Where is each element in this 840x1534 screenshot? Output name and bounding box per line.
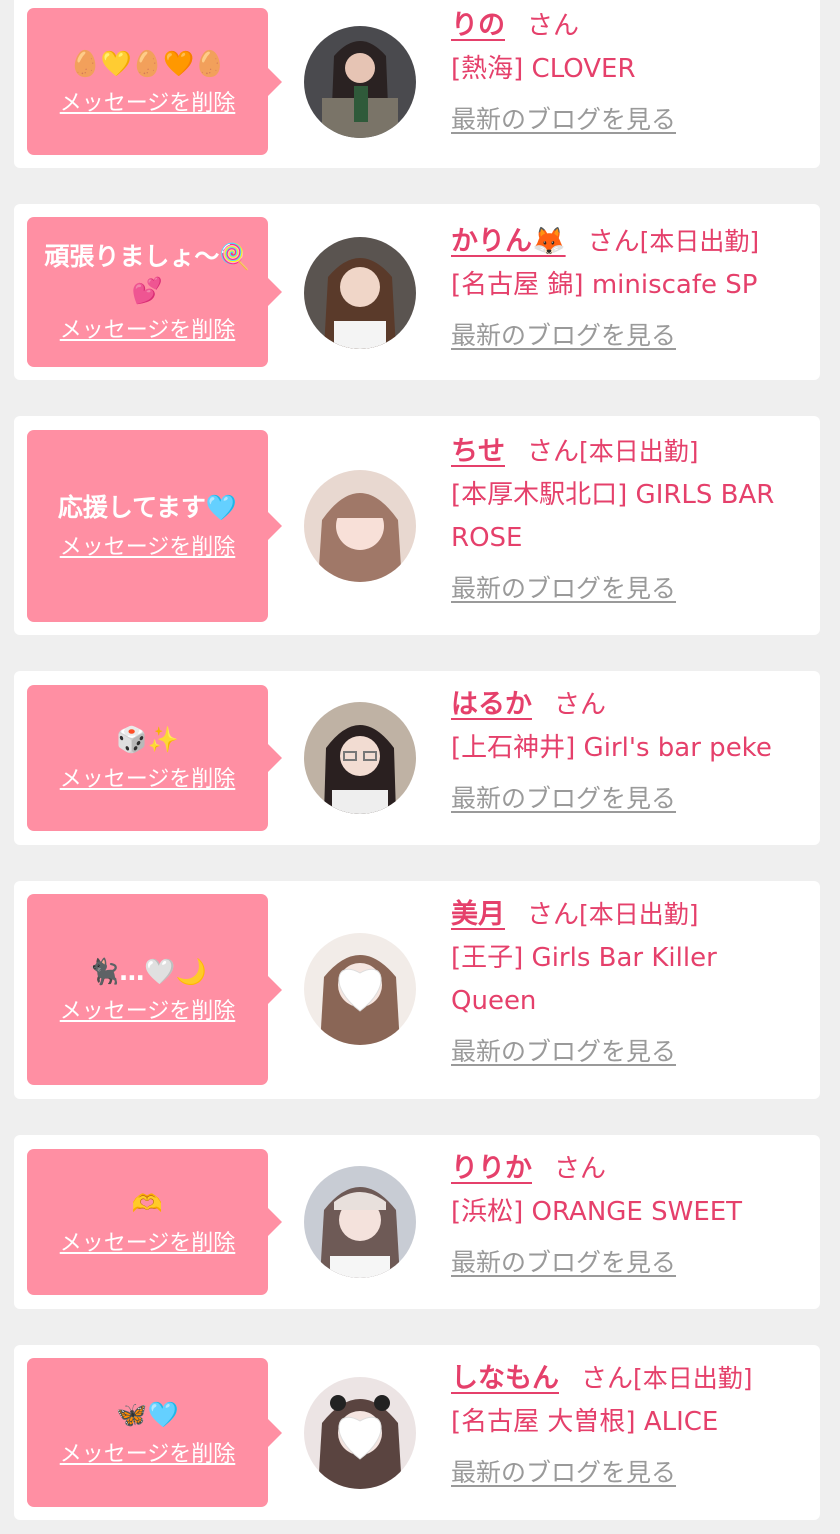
avatar[interactable]	[304, 933, 416, 1045]
message-bubble: 🐈‍⬛…🤍🌙 メッセージを削除	[27, 894, 282, 1085]
favorite-card: 🦋🩵 メッセージを削除 しなもん さん[本日出勤] [名古屋 大曽根] ALICE…	[14, 1345, 820, 1520]
delete-message-link[interactable]: メッセージを削除	[60, 91, 236, 117]
favorite-card: 🐈‍⬛…🤍🌙 メッセージを削除 美月 さん[本日出勤] [王子] Girls Ba…	[14, 881, 820, 1099]
favorite-card: 🥚💛🥚🧡🥚 メッセージを削除 りの さん [熱海] CLOVER 最新のブログを見…	[14, 0, 820, 168]
shop-name: [上石神井] Girl's bar peke	[451, 733, 772, 763]
message-bubble: 🎲✨ メッセージを削除	[27, 685, 282, 831]
honorific: さん	[554, 1154, 607, 1184]
honorific: さん	[527, 900, 580, 930]
avatar[interactable]	[304, 26, 416, 138]
delete-message-link[interactable]: メッセージを削除	[60, 535, 236, 561]
avatar[interactable]	[304, 702, 416, 814]
shop-name: [王子] Girls Bar Killer Queen	[451, 943, 717, 1016]
cast-name-link[interactable]: かりん🦊	[451, 226, 566, 257]
message-text: 🦋🩵	[116, 1399, 179, 1429]
cast-info: かりん🦊 さん[本日出勤] [名古屋 錦] miniscafe SP 最新のブログ…	[451, 220, 806, 353]
honorific: さん	[587, 227, 640, 257]
delete-message-link[interactable]: メッセージを削除	[60, 999, 236, 1025]
shop-name: [名古屋 錦] miniscafe SP	[451, 270, 758, 300]
favorite-card: 頑張りましょ〜🍭 💕 メッセージを削除 かりん🦊 さん[本日出勤] [名古屋 錦]…	[14, 204, 820, 380]
cast-name-link[interactable]: はるか	[451, 689, 532, 720]
delete-message-link[interactable]: メッセージを削除	[60, 1442, 236, 1468]
message-bubble: 頑張りましょ〜🍭 💕 メッセージを削除	[27, 217, 282, 367]
message-text: 頑張りましょ〜🍭 💕	[44, 242, 251, 305]
latest-blog-link[interactable]: 最新のブログを見る	[451, 572, 676, 606]
delete-message-link[interactable]: メッセージを削除	[60, 1231, 236, 1257]
attendance-tag: [本日出勤]	[579, 900, 699, 929]
cast-name-link[interactable]: ちせ	[451, 436, 505, 467]
cast-info: ちせ さん[本日出勤] [本厚木駅北口] GIRLS BAR ROSE 最新のブロ…	[451, 430, 806, 606]
avatar[interactable]	[304, 1166, 416, 1278]
shop-name: [本厚木駅北口] GIRLS BAR ROSE	[451, 480, 775, 553]
avatar[interactable]	[304, 237, 416, 349]
message-text: 🫶	[131, 1189, 164, 1218]
cast-info: りの さん [熱海] CLOVER 最新のブログを見る	[451, 4, 806, 137]
cast-name-link[interactable]: 美月	[451, 899, 505, 930]
attendance-tag: [本日出勤]	[633, 1364, 753, 1393]
latest-blog-link[interactable]: 最新のブログを見る	[451, 103, 676, 137]
message-text: 🐈‍⬛…🤍🌙	[88, 956, 207, 986]
cast-name-link[interactable]: りの	[451, 10, 505, 41]
shop-name: [熱海] CLOVER	[451, 54, 636, 84]
message-bubble: 🫶 メッセージを削除	[27, 1149, 282, 1295]
honorific: さん	[554, 690, 607, 720]
message-bubble: 応援してます🩵 メッセージを削除	[27, 430, 282, 622]
cast-name-link[interactable]: しなもん	[451, 1363, 559, 1394]
latest-blog-link[interactable]: 最新のブログを見る	[451, 319, 676, 353]
delete-message-link[interactable]: メッセージを削除	[60, 767, 236, 793]
favorites-list: 🥚💛🥚🧡🥚 メッセージを削除 りの さん [熱海] CLOVER 最新のブログを見…	[0, 0, 840, 1534]
favorite-card: 🎲✨ メッセージを削除 はるか さん [上石神井] Girl's bar peke…	[14, 671, 820, 845]
message-text: 🎲✨	[116, 725, 179, 754]
message-text: 🥚💛🥚🧡🥚	[69, 48, 226, 78]
message-text: 応援してます🩵	[57, 493, 238, 522]
cast-info: はるか さん [上石神井] Girl's bar peke 最新のブログを見る	[451, 683, 806, 816]
message-bubble: 🦋🩵 メッセージを削除	[27, 1358, 282, 1507]
latest-blog-link[interactable]: 最新のブログを見る	[451, 1456, 676, 1490]
cast-info: しなもん さん[本日出勤] [名古屋 大曽根] ALICE 最新のブログを見る	[451, 1357, 806, 1490]
latest-blog-link[interactable]: 最新のブログを見る	[451, 1035, 676, 1069]
latest-blog-link[interactable]: 最新のブログを見る	[451, 782, 676, 816]
honorific: さん	[581, 1364, 634, 1394]
favorite-card: 応援してます🩵 メッセージを削除 ちせ さん[本日出勤] [本厚木駅北口] GIR…	[14, 416, 820, 635]
avatar[interactable]	[304, 470, 416, 582]
shop-name: [浜松] ORANGE SWEET	[451, 1197, 743, 1227]
cast-name-link[interactable]: りりか	[451, 1153, 532, 1184]
latest-blog-link[interactable]: 最新のブログを見る	[451, 1246, 676, 1280]
delete-message-link[interactable]: メッセージを削除	[60, 318, 236, 344]
attendance-tag: [本日出勤]	[639, 227, 760, 256]
shop-name: [名古屋 大曽根] ALICE	[451, 1407, 719, 1437]
honorific: さん	[527, 437, 580, 467]
favorite-card: 🫶 メッセージを削除 りりか さん [浜松] ORANGE SWEET 最新のブロ…	[14, 1135, 820, 1309]
message-bubble: 🥚💛🥚🧡🥚 メッセージを削除	[27, 8, 282, 155]
attendance-tag: [本日出勤]	[579, 437, 699, 466]
honorific: さん	[527, 11, 580, 41]
cast-info: 美月 さん[本日出勤] [王子] Girls Bar Killer Queen 最…	[451, 893, 806, 1069]
avatar[interactable]	[304, 1377, 416, 1489]
cast-info: りりか さん [浜松] ORANGE SWEET 最新のブログを見る	[451, 1147, 806, 1280]
